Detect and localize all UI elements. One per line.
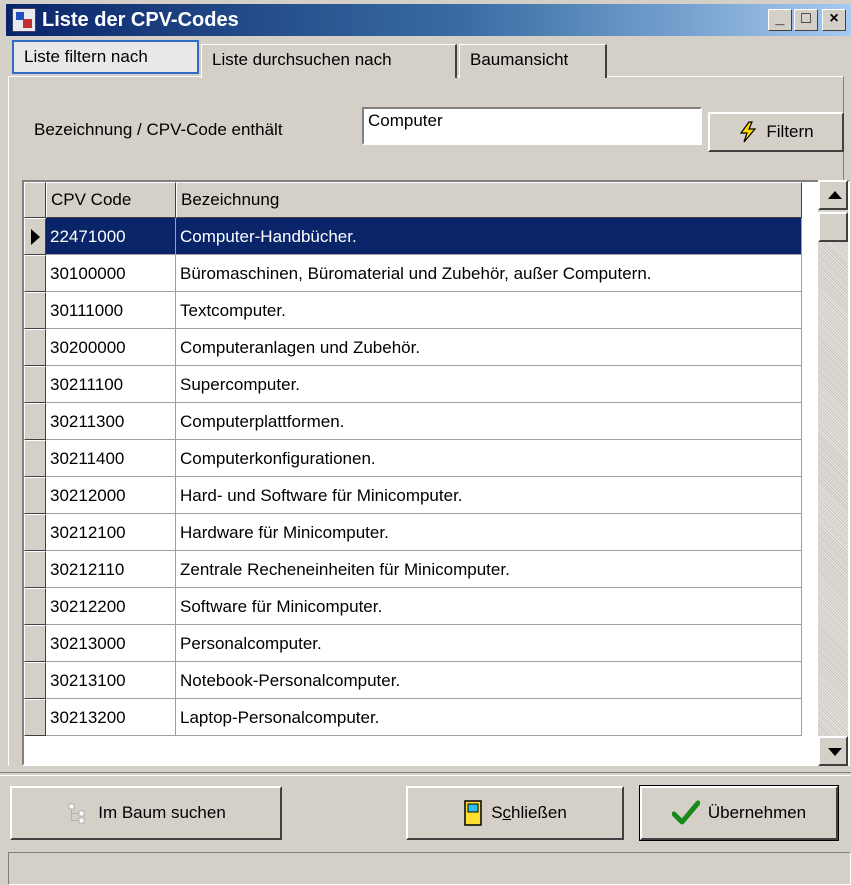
cell-bezeichnung[interactable]: Computerkonfigurationen. <box>176 440 802 477</box>
table-row[interactable]: 30212100 Hardware für Minicomputer. <box>24 514 824 551</box>
dialog-window: Liste der CPV-Codes _ □ × Liste filtern … <box>0 0 851 885</box>
filter-input[interactable] <box>362 107 702 145</box>
cell-bezeichnung[interactable]: Supercomputer. <box>176 366 802 403</box>
scroll-down-button[interactable] <box>818 736 848 766</box>
vertical-scrollbar[interactable] <box>818 180 848 766</box>
minimize-button[interactable]: _ <box>768 9 792 31</box>
filter-label: Bezeichnung / CPV-Code enthält <box>34 120 283 139</box>
cell-bezeichnung[interactable]: Personalcomputer. <box>176 625 802 662</box>
tab-baumansicht[interactable]: Baumansicht <box>459 44 607 78</box>
row-indicator[interactable] <box>24 477 46 514</box>
tab-liste-durchsuchen[interactable]: Liste durchsuchen nach <box>201 44 457 78</box>
cell-bezeichnung[interactable]: Hardware für Minicomputer. <box>176 514 802 551</box>
cell-bezeichnung[interactable]: Büromaschinen, Büromaterial und Zubehör,… <box>176 255 802 292</box>
column-header-bezeichnung[interactable]: Bezeichnung <box>176 182 802 218</box>
cell-bezeichnung[interactable]: Laptop-Personalcomputer. <box>176 699 802 736</box>
cell-cpv-code[interactable]: 30212200 <box>46 588 176 625</box>
window-title: Liste der CPV-Codes <box>42 9 239 31</box>
tab-liste-filtern[interactable]: Liste filtern nach <box>12 40 199 74</box>
table-row[interactable]: 30111000 Textcomputer. <box>24 292 824 329</box>
status-bar <box>8 852 851 885</box>
search-in-tree-label: Im Baum suchen <box>98 803 226 822</box>
table-row[interactable]: 30212200 Software für Minicomputer. <box>24 588 824 625</box>
close-button[interactable]: × <box>822 9 846 31</box>
table-row[interactable]: 30213000 Personalcomputer. <box>24 625 824 662</box>
table-row[interactable]: 30213200 Laptop-Personalcomputer. <box>24 699 824 736</box>
row-indicator[interactable] <box>24 662 46 699</box>
cell-cpv-code[interactable]: 30100000 <box>46 255 176 292</box>
table-row[interactable]: 30211400 Computerkonfigurationen. <box>24 440 824 477</box>
filter-button-label: Filtern <box>766 122 814 141</box>
cell-cpv-code[interactable]: 30200000 <box>46 329 176 366</box>
cell-bezeichnung[interactable]: Zentrale Recheneinheiten für Minicompute… <box>176 551 802 588</box>
search-in-tree-button[interactable]: Im Baum suchen <box>10 786 282 840</box>
cell-cpv-code[interactable]: 30213200 <box>46 699 176 736</box>
lightning-icon <box>740 121 757 143</box>
row-indicator[interactable] <box>24 625 46 662</box>
cell-cpv-code[interactable]: 30212110 <box>46 551 176 588</box>
cell-cpv-code[interactable]: 30211400 <box>46 440 176 477</box>
scroll-up-button[interactable] <box>818 180 848 210</box>
row-indicator[interactable] <box>24 366 46 403</box>
cell-cpv-code[interactable]: 30211300 <box>46 403 176 440</box>
table-row[interactable]: 30212110 Zentrale Recheneinheiten für Min… <box>24 551 824 588</box>
cpv-grid[interactable]: CPV Code Bezeichnung 22471000 Computer-Ha… <box>22 180 850 766</box>
maximize-button[interactable]: □ <box>794 9 818 31</box>
title-bar[interactable]: Liste der CPV-Codes _ □ × <box>6 4 851 36</box>
tree-icon <box>68 803 85 824</box>
table-row[interactable]: 30100000 Büromaschinen, Büromaterial und … <box>24 255 824 292</box>
table-row[interactable]: 30211100 Supercomputer. <box>24 366 824 403</box>
table-row[interactable]: 30213100 Notebook-Personalcomputer. <box>24 662 824 699</box>
table-row[interactable]: 30211300 Computerplattformen. <box>24 403 824 440</box>
cell-cpv-code[interactable]: 30111000 <box>46 292 176 329</box>
column-header-cpv-code[interactable]: CPV Code <box>46 182 176 218</box>
door-icon <box>464 800 482 826</box>
cell-bezeichnung[interactable]: Textcomputer. <box>176 292 802 329</box>
close-dialog-button[interactable]: Schließen <box>406 786 624 840</box>
apply-button-label: Übernehmen <box>707 803 807 822</box>
footer-divider <box>0 772 851 776</box>
cell-cpv-code[interactable]: 22471000 <box>46 218 176 255</box>
row-indicator[interactable] <box>24 218 46 255</box>
cell-cpv-code[interactable]: 30213000 <box>46 625 176 662</box>
cell-bezeichnung[interactable]: Computerplattformen. <box>176 403 802 440</box>
cell-bezeichnung[interactable]: Computeranlagen und Zubehör. <box>176 329 802 366</box>
grid-corner <box>24 182 46 218</box>
checkmark-icon <box>671 800 700 825</box>
row-indicator[interactable] <box>24 440 46 477</box>
close-dialog-label: Schließen <box>491 803 567 822</box>
cell-cpv-code[interactable]: 30211100 <box>46 366 176 403</box>
table-row[interactable]: 30212000 Hard- und Software für Minicompu… <box>24 477 824 514</box>
row-indicator[interactable] <box>24 514 46 551</box>
cell-bezeichnung[interactable]: Computer-Handbücher. <box>176 218 802 255</box>
table-row[interactable]: 22471000 Computer-Handbücher. <box>24 218 824 255</box>
cell-cpv-code[interactable]: 30213100 <box>46 662 176 699</box>
scroll-thumb[interactable] <box>818 212 848 242</box>
row-indicator[interactable] <box>24 403 46 440</box>
cell-bezeichnung[interactable]: Hard- und Software für Minicomputer. <box>176 477 802 514</box>
row-indicator[interactable] <box>24 551 46 588</box>
row-indicator[interactable] <box>24 588 46 625</box>
row-indicator[interactable] <box>24 292 46 329</box>
cell-bezeichnung[interactable]: Software für Minicomputer. <box>176 588 802 625</box>
apply-button[interactable]: Übernehmen <box>639 785 839 841</box>
cell-bezeichnung[interactable]: Notebook-Personalcomputer. <box>176 662 802 699</box>
row-indicator[interactable] <box>24 699 46 736</box>
filter-button[interactable]: Filtern <box>708 112 844 152</box>
row-indicator[interactable] <box>24 255 46 292</box>
cell-cpv-code[interactable]: 30212000 <box>46 477 176 514</box>
app-icon[interactable] <box>12 8 36 32</box>
table-row[interactable]: 30200000 Computeranlagen und Zubehör. <box>24 329 824 366</box>
row-indicator[interactable] <box>24 329 46 366</box>
cell-cpv-code[interactable]: 30212100 <box>46 514 176 551</box>
